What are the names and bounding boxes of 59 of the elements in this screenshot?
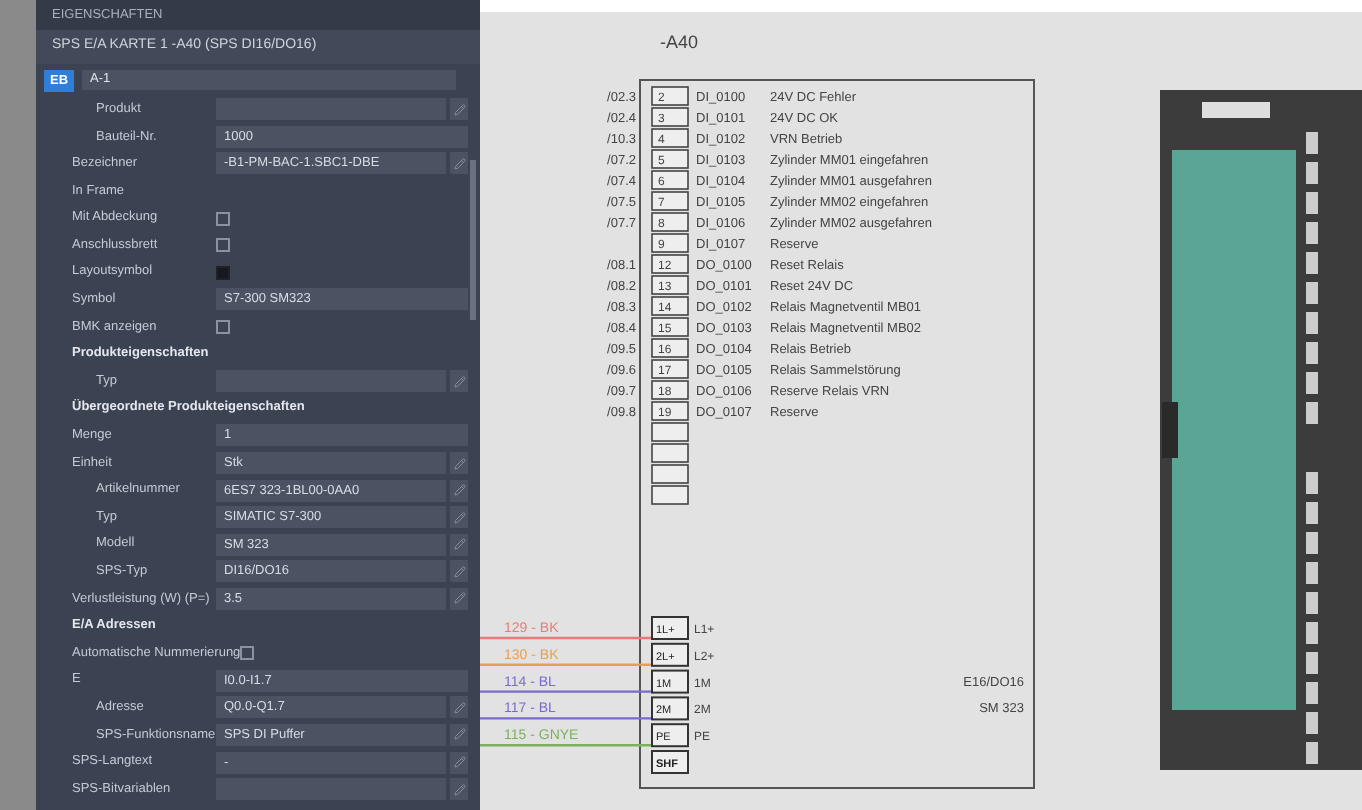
terminal-box	[651, 296, 689, 316]
edit-button[interactable]	[450, 751, 468, 774]
edit-button[interactable]	[450, 370, 468, 393]
terminal-box	[651, 401, 689, 421]
terminal-box	[651, 443, 689, 463]
edit-button[interactable]	[450, 533, 468, 556]
terminal-box	[651, 380, 689, 400]
terminal-box	[651, 275, 689, 295]
terminal-box	[651, 750, 689, 774]
terminal-box	[651, 696, 689, 721]
pencil-icon	[453, 484, 465, 497]
edit-button[interactable]	[450, 560, 468, 583]
pencil-icon	[453, 511, 465, 524]
checkbox[interactable]	[216, 265, 230, 280]
pencil-icon	[453, 375, 465, 388]
terminal-box	[651, 170, 689, 190]
terminal-box	[651, 317, 689, 337]
edit-button[interactable]	[450, 452, 468, 475]
pencil-icon	[453, 538, 465, 551]
terminal-box	[651, 642, 689, 667]
terminal-box	[651, 359, 689, 379]
pencil-icon	[453, 565, 465, 578]
terminal-box	[651, 485, 689, 505]
terminal-box	[651, 669, 689, 694]
pencil-icon	[453, 157, 465, 170]
terminal-box	[651, 464, 689, 484]
checkbox[interactable]	[216, 238, 230, 253]
terminal-box	[651, 254, 689, 274]
terminal-box	[651, 212, 689, 232]
pencil-icon	[453, 701, 465, 714]
pencil-icon	[453, 756, 465, 769]
terminal-box	[651, 233, 689, 253]
terminal-box	[651, 723, 689, 748]
terminal-box	[651, 128, 689, 148]
terminal-box	[651, 107, 689, 127]
pencil-icon	[453, 457, 465, 470]
pencil-icon	[453, 103, 465, 116]
device-tag: -A40	[660, 32, 699, 52]
terminal-box	[651, 338, 689, 358]
terminal-box	[651, 86, 689, 106]
checkbox[interactable]	[240, 646, 255, 661]
edit-button[interactable]	[450, 696, 468, 719]
edit-button[interactable]	[450, 778, 468, 801]
edit-button[interactable]	[450, 98, 468, 121]
edit-button[interactable]	[450, 479, 468, 502]
scrollbar[interactable]	[470, 160, 476, 320]
checkbox[interactable]	[216, 211, 230, 226]
terminal-box	[651, 616, 689, 640]
pencil-icon	[453, 728, 465, 741]
edit-button[interactable]	[450, 587, 468, 610]
checkbox[interactable]	[216, 320, 230, 335]
edit-button[interactable]	[450, 723, 468, 746]
pencil-icon	[453, 592, 465, 605]
terminal-box	[651, 149, 689, 169]
terminal-box	[651, 191, 689, 211]
pencil-icon	[453, 783, 465, 796]
terminal-box	[651, 422, 689, 442]
edit-button[interactable]	[450, 152, 468, 175]
edit-button[interactable]	[450, 506, 468, 529]
